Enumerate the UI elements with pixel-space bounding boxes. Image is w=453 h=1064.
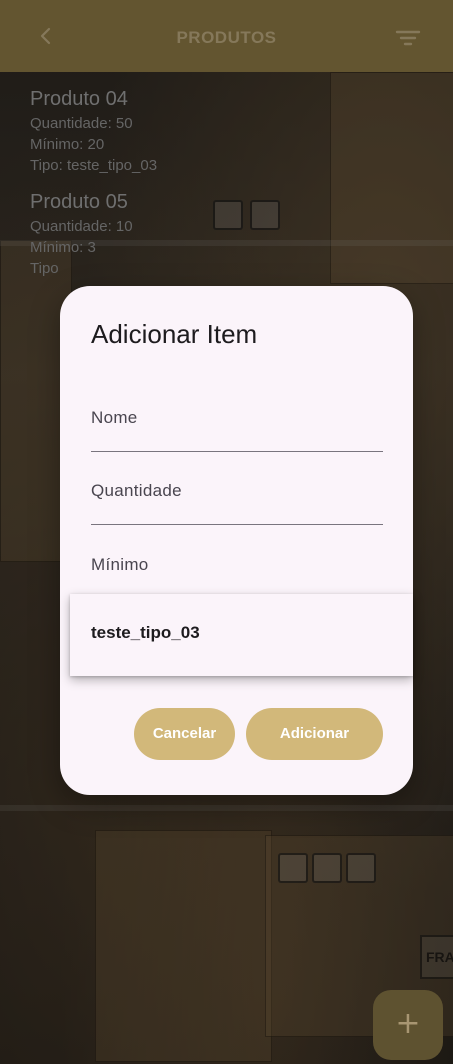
name-field-label: Nome (91, 408, 138, 427)
name-field-underline (91, 451, 383, 452)
quantity-field-underline (91, 524, 383, 525)
add-fab-button[interactable]: + (373, 990, 443, 1060)
quantity-field[interactable]: Quantidade (91, 478, 383, 526)
dialog-title: Adicionar Item (91, 319, 258, 349)
type-dropdown-menu: teste_tipo_03 (70, 594, 413, 676)
cancel-button[interactable]: Cancelar (134, 708, 235, 760)
add-button[interactable]: Adicionar (246, 708, 383, 760)
quantity-field-label: Quantidade (91, 481, 182, 500)
minimum-field-label: Mínimo (91, 555, 149, 574)
minimum-field[interactable]: Mínimo (91, 552, 383, 592)
plus-icon: + (395, 1006, 421, 1041)
dropdown-option-type[interactable]: teste_tipo_03 (91, 623, 200, 643)
name-field[interactable]: Nome (91, 404, 383, 452)
